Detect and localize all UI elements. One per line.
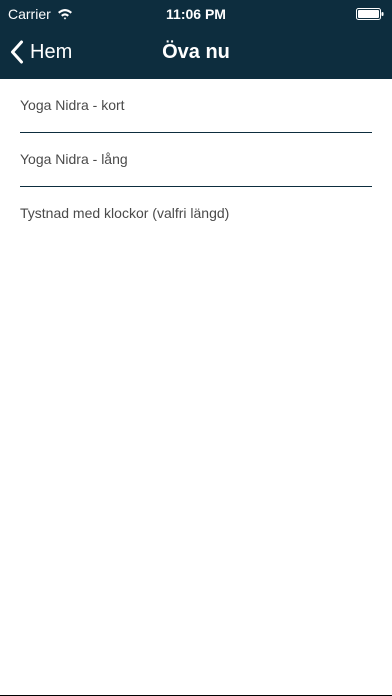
- nav-bar: Hem Öva nu: [0, 28, 392, 79]
- status-time: 11:06 PM: [166, 6, 226, 22]
- practice-list: Yoga Nidra - kort Yoga Nidra - lång Tyst…: [0, 79, 392, 241]
- header: Carrier 11:06 PM Hem Öva nu: [0, 0, 392, 79]
- list-item-label: Tystnad med klockor (valfri längd): [20, 205, 230, 221]
- list-item-label: Yoga Nidra - kort: [20, 97, 125, 113]
- screen: Carrier 11:06 PM Hem Öva nu Yoga Nidra -…: [0, 0, 392, 696]
- page-title: Öva nu: [162, 41, 230, 63]
- status-bar: Carrier 11:06 PM: [0, 0, 392, 28]
- battery-icon: [356, 8, 384, 20]
- list-item-yoga-nidra-short[interactable]: Yoga Nidra - kort: [0, 79, 392, 133]
- list-item-silence-with-bells[interactable]: Tystnad med klockor (valfri längd): [0, 187, 392, 241]
- list-item-label: Yoga Nidra - lång: [20, 151, 128, 167]
- list-item-yoga-nidra-long[interactable]: Yoga Nidra - lång: [0, 133, 392, 187]
